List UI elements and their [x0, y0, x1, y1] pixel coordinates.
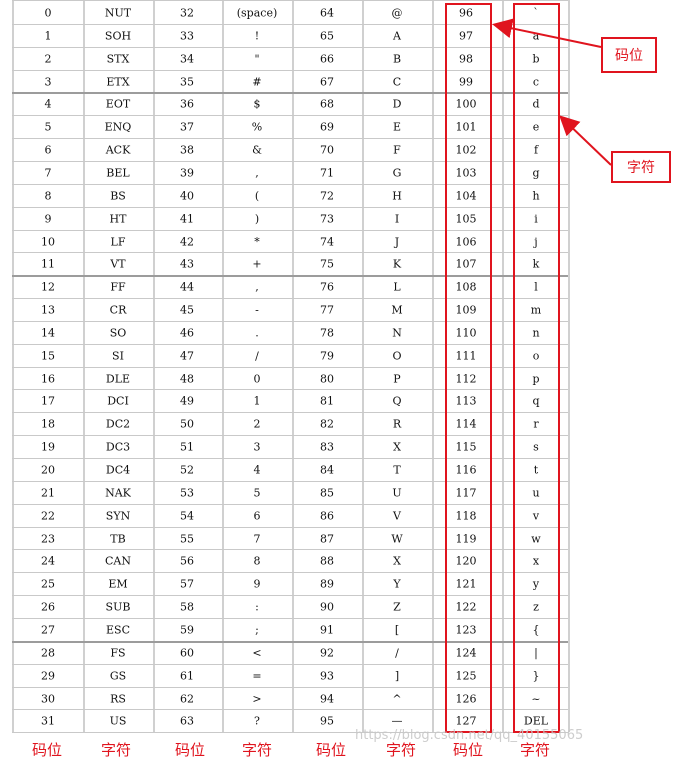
watermark: https://blog.csdn.net/qq_40155065 [355, 728, 584, 743]
annotation-arrows [492, 18, 612, 166]
footer-label: 码位 [174, 741, 206, 759]
code-point-callout: 码位 [601, 37, 657, 73]
arrow-to-code-point [492, 18, 602, 48]
footer-label: 字符 [100, 741, 132, 759]
footer-label: 码位 [315, 741, 347, 759]
footer-label: 码位 [31, 741, 63, 759]
character-callout: 字符 [611, 151, 671, 183]
arrow-to-character [559, 115, 612, 166]
footer-label: 字符 [241, 741, 273, 759]
